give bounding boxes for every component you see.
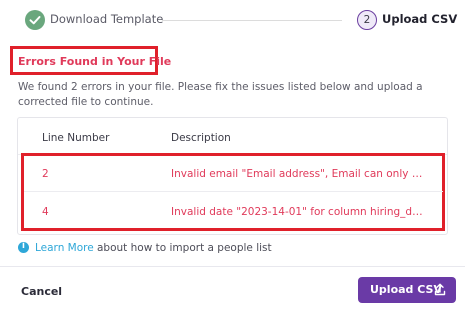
row-1-line-number: 2: [42, 168, 49, 180]
learn-more-description: about how to import a people list: [97, 242, 272, 254]
footer-divider: [0, 266, 465, 267]
column-header-line-number: Line Number: [42, 132, 110, 144]
learn-more-link[interactable]: Learn More: [35, 242, 94, 254]
row-divider: [24, 191, 443, 192]
row-2-description: Invalid date "2023-14-01" for column hir…: [171, 206, 427, 218]
errors-title: Errors Found in Your File: [18, 55, 172, 68]
row-2-line-number: 4: [42, 206, 49, 218]
step-connector: [162, 20, 342, 21]
info-icon: i: [18, 241, 29, 253]
upload-icon: [434, 283, 446, 299]
upload-csv-button[interactable]: Upload CSV: [358, 277, 456, 303]
column-header-description: Description: [171, 132, 231, 144]
step-number-badge: 2: [357, 10, 377, 30]
step-download-template: Download Template: [50, 12, 164, 26]
error-rows-highlight: [21, 153, 445, 231]
check-icon: [25, 10, 45, 30]
upload-csv-label: Upload CSV: [370, 283, 442, 296]
cancel-button[interactable]: Cancel: [21, 285, 62, 298]
row-1-description: Invalid email "Email address", Email can…: [171, 168, 427, 180]
stepper: Download Template 2 Upload CSV: [0, 0, 465, 40]
step-upload-csv: Upload CSV: [382, 12, 458, 26]
errors-description: We found 2 errors in your file. Please f…: [18, 81, 423, 108]
